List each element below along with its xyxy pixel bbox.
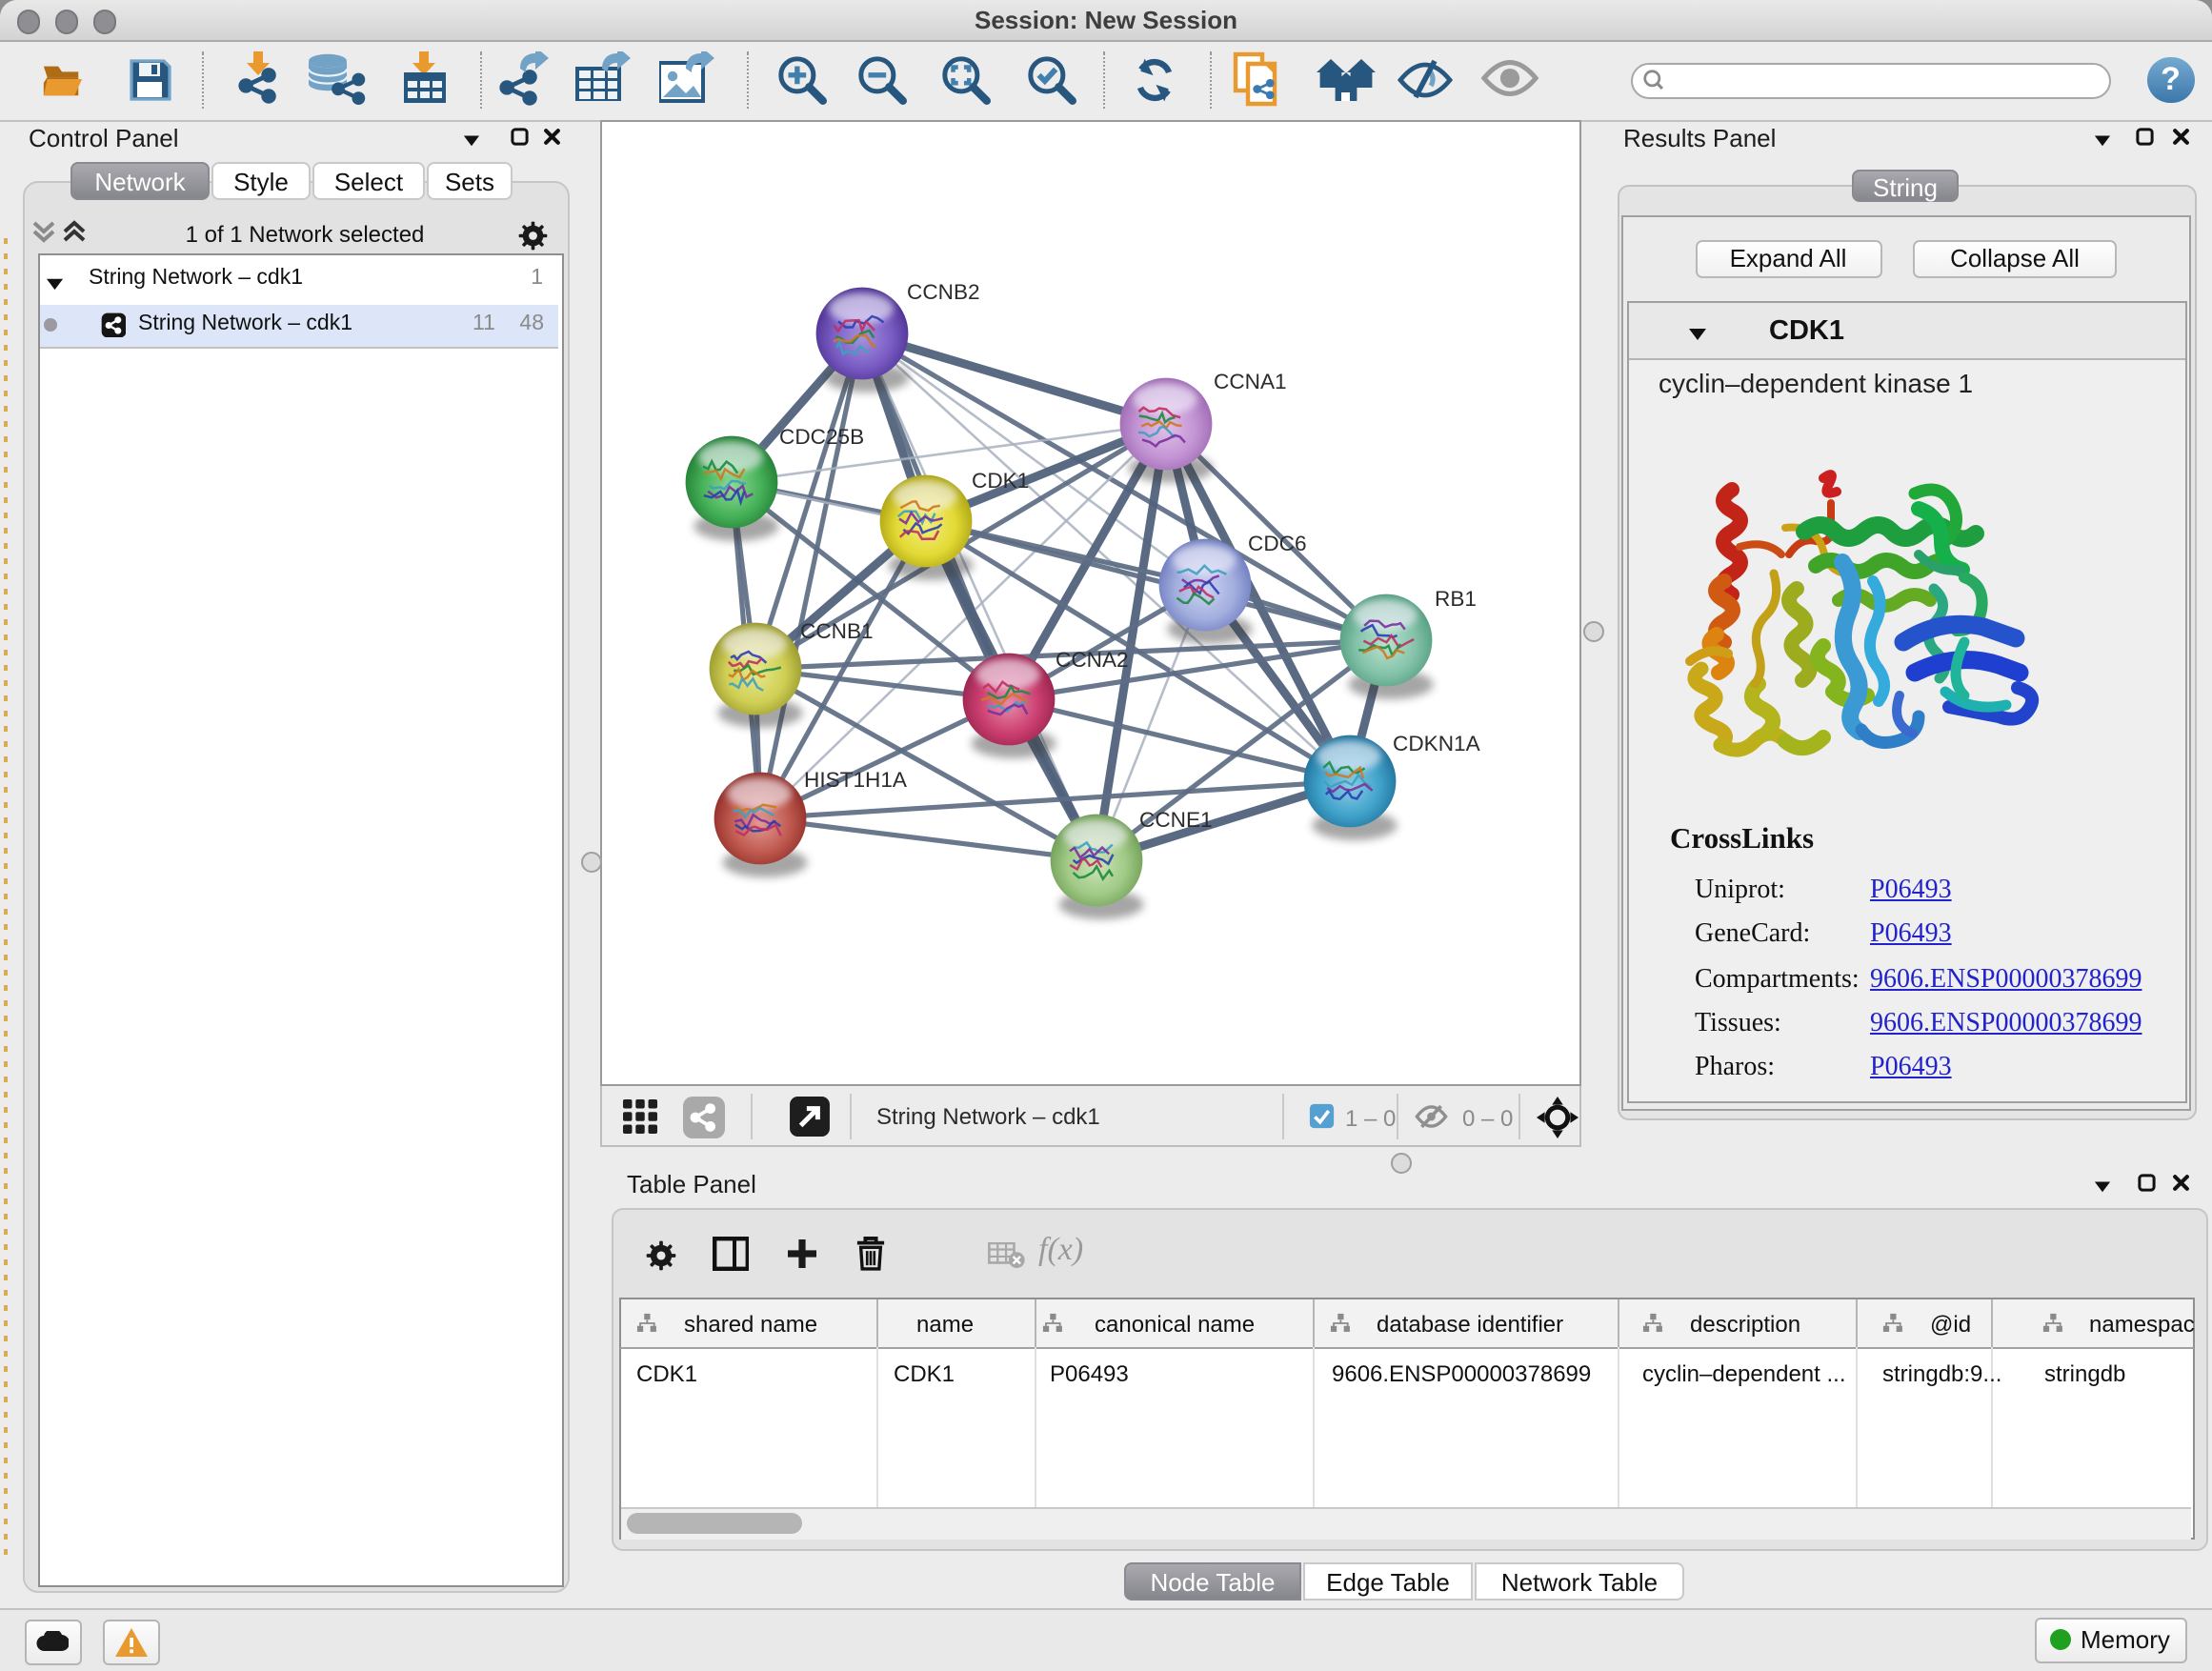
svg-text:CCNE1: CCNE1 [1139, 808, 1213, 832]
svg-text:CDK1: CDK1 [972, 469, 1029, 493]
svg-text:CCNA2: CCNA2 [1056, 648, 1129, 672]
svg-text:CCNB2: CCNB2 [907, 280, 980, 304]
svg-text:RB1: RB1 [1435, 587, 1477, 611]
svg-text:CCNB1: CCNB1 [800, 619, 874, 643]
svg-text:CDKN1A: CDKN1A [1393, 732, 1481, 755]
svg-text:CCNA1: CCNA1 [1214, 370, 1287, 393]
svg-text:HIST1H1A: HIST1H1A [804, 768, 908, 792]
svg-text:CDC6: CDC6 [1248, 532, 1307, 555]
svg-text:CDC25B: CDC25B [779, 425, 864, 449]
